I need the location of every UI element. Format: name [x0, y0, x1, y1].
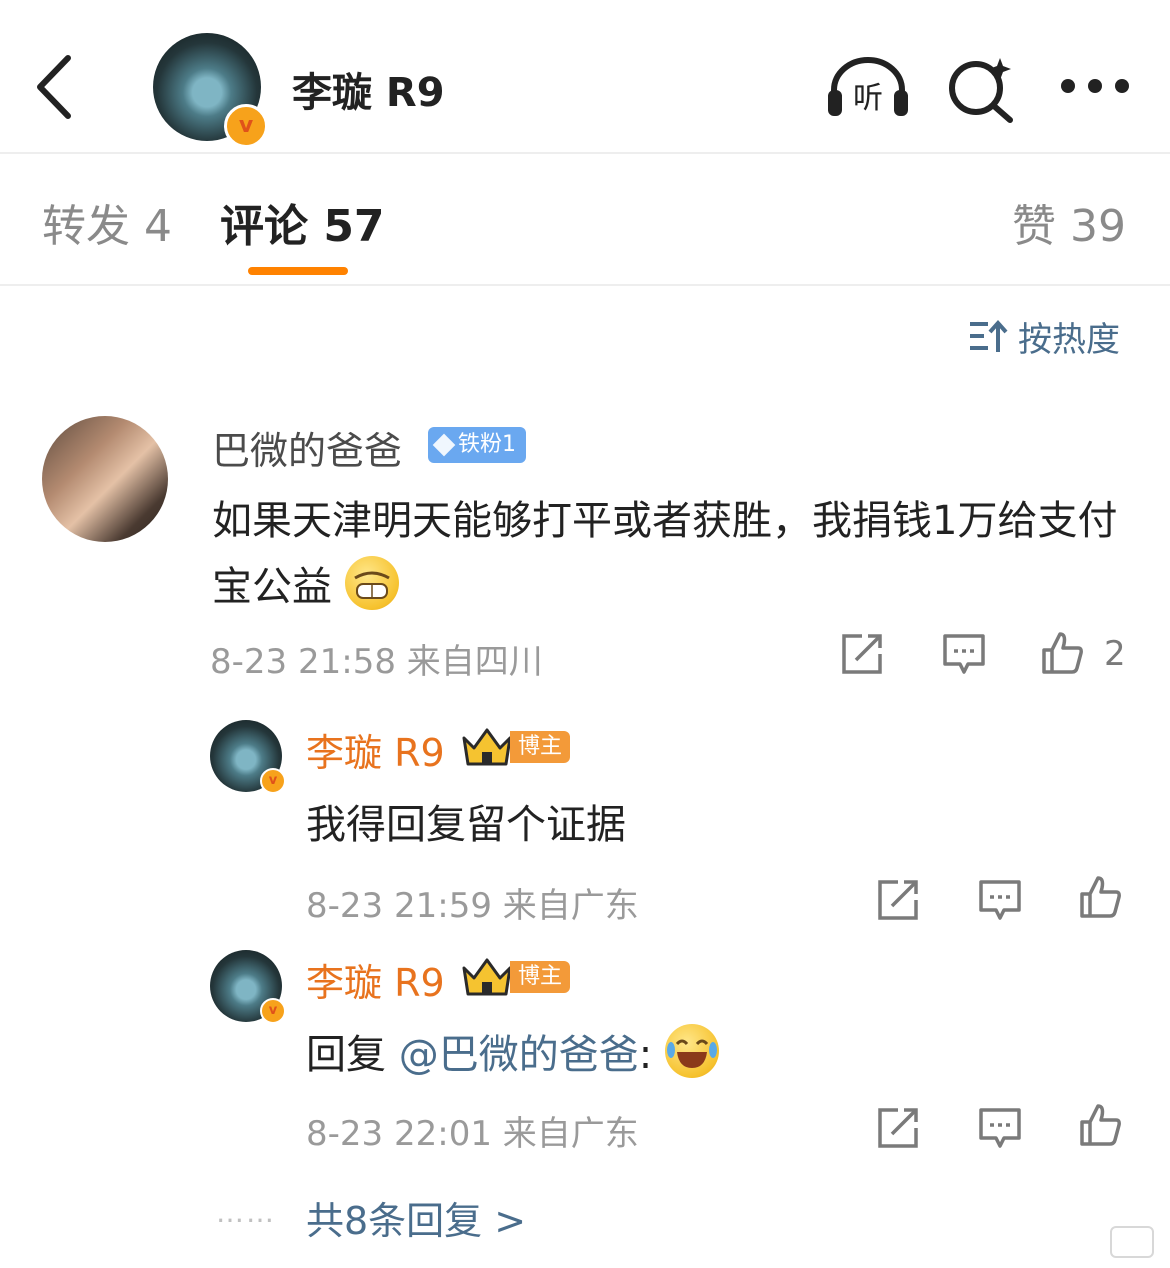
like-count: 2: [1104, 634, 1126, 674]
reply-text: 回复 @巴微的爸爸:: [306, 1022, 719, 1080]
sort-icon: [970, 319, 1008, 352]
share-icon[interactable]: [876, 878, 920, 922]
search-icon[interactable]: [946, 54, 1016, 124]
blogger-badge: 博主: [510, 961, 571, 993]
headphones-icon[interactable]: 听: [826, 56, 910, 120]
reply-location: 来自广东: [502, 886, 639, 926]
comment-icon[interactable]: [942, 632, 986, 676]
verified-badge-icon: v: [260, 768, 286, 794]
comment-icon[interactable]: [978, 878, 1022, 922]
tab-like[interactable]: 赞 39: [1012, 190, 1126, 254]
reply-suffix: :: [638, 1032, 653, 1078]
reply-prefix: 回复: [306, 1032, 399, 1078]
crown-icon: [462, 958, 512, 996]
verified-badge-icon: v: [260, 998, 286, 1024]
commenter-avatar[interactable]: [42, 416, 168, 542]
tab-bar: [0, 154, 1170, 286]
commenter-name[interactable]: 巴微的爸爸: [212, 420, 402, 475]
ellipsis-icon[interactable]: [1058, 74, 1132, 98]
svg-text:听: 听: [853, 81, 883, 116]
thumbs-up-icon[interactable]: [1078, 1102, 1122, 1146]
share-icon[interactable]: [840, 632, 884, 676]
comment-time: 8-23 21:58: [210, 642, 396, 682]
reply-location: 来自广东: [502, 1114, 639, 1154]
reply-meta: 8-23 21:59 来自广东: [306, 878, 639, 927]
reply-text: 我得回复留个证据: [306, 802, 626, 848]
corner-indicator-icon: [1110, 1226, 1154, 1258]
chevron-left-icon[interactable]: [30, 52, 80, 122]
fan-badge-label: 铁粉1: [458, 432, 516, 457]
reply-username[interactable]: 李璇 R9: [306, 952, 445, 1007]
active-tab-indicator: [248, 267, 348, 275]
page-title[interactable]: 李璇 R9: [292, 60, 445, 118]
mention-link[interactable]: @巴微的爸爸: [399, 1032, 639, 1078]
verified-badge-icon: v: [224, 104, 268, 148]
laugh-cry-emoji-icon: [664, 1024, 719, 1078]
more-replies-dots: ……: [216, 1196, 276, 1229]
diamond-icon: [432, 433, 456, 457]
comment-icon[interactable]: [978, 1106, 1022, 1150]
thumbs-up-icon[interactable]: [1078, 874, 1122, 918]
reply-time: 8-23 21:59: [306, 886, 492, 926]
comment-meta: 8-23 21:58 来自四川: [210, 634, 543, 683]
crown-icon: [462, 728, 512, 766]
thumbs-up-icon[interactable]: [1040, 630, 1084, 674]
more-replies-link[interactable]: 共8条回复 >: [306, 1190, 526, 1245]
reply-username[interactable]: 李璇 R9: [306, 722, 445, 777]
reply-meta: 8-23 22:01 来自广东: [306, 1106, 639, 1155]
grin-emoji-icon: [344, 556, 399, 610]
tab-repost[interactable]: 转发 4: [42, 190, 172, 254]
sort-button[interactable]: 按热度: [968, 314, 1120, 360]
reply-time: 8-23 22:01: [306, 1114, 492, 1154]
sort-label: 按热度: [1018, 319, 1120, 360]
share-icon[interactable]: [876, 1106, 920, 1150]
comment-location: 来自四川: [406, 642, 543, 682]
comment-text: 如果天津明天能够打平或者获胜，我捐钱1万给支付宝公益: [212, 488, 1132, 620]
tab-comment[interactable]: 评论 57: [220, 190, 385, 254]
blogger-badge: 博主: [510, 731, 571, 763]
fan-badge: 铁粉1: [428, 427, 526, 463]
